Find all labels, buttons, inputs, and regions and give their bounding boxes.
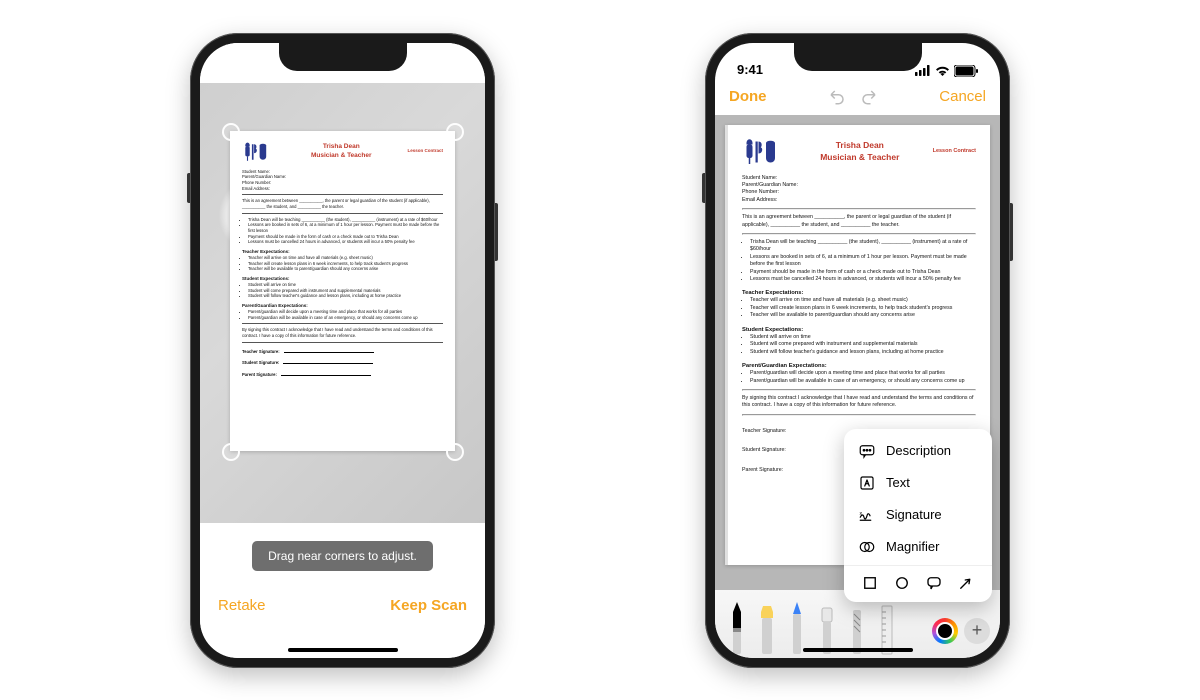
tool-pen[interactable] (725, 600, 749, 656)
markup-add-button[interactable]: + (964, 618, 990, 644)
document-logo (742, 137, 787, 167)
tool-highlighter[interactable] (755, 600, 779, 656)
scanned-document[interactable]: Trisha Dean Musician & Teacher Lesson Co… (230, 131, 455, 451)
notch (279, 43, 407, 71)
hint-pill: Drag near corners to adjust. (252, 541, 433, 571)
shape-circle-icon[interactable] (893, 574, 911, 592)
nav-bar: Done Cancel (715, 79, 1000, 115)
shape-arrow-icon[interactable] (957, 574, 975, 592)
shape-bubble-icon[interactable] (925, 574, 943, 592)
color-well[interactable] (932, 618, 958, 644)
redo-icon[interactable] (860, 88, 878, 106)
doc-title-line1: Trisha Dean (311, 143, 372, 152)
popover-description[interactable]: Description (844, 435, 992, 467)
popover-magnifier[interactable]: Magnifier (844, 531, 992, 563)
document-logo (242, 141, 275, 163)
doc-title-line2: Musician & Teacher (311, 152, 372, 161)
cellular-icon (915, 65, 931, 76)
markup-add-popover: Description Text x Signature Magnifier (844, 429, 992, 602)
cancel-button[interactable]: Cancel (939, 88, 986, 105)
phone-left-scan: Trisha Dean Musician & Teacher Lesson Co… (190, 33, 495, 668)
doc-badge: Lesson Contract (407, 148, 443, 154)
popover-text[interactable]: Text (844, 467, 992, 499)
done-button[interactable]: Done (729, 88, 767, 105)
home-indicator[interactable] (288, 648, 398, 652)
popover-signature[interactable]: x Signature (844, 499, 992, 531)
signature-icon: x (858, 506, 876, 524)
status-time: 9:41 (737, 62, 763, 77)
phone-right-markup: 9:41 Done Cancel Tr (705, 33, 1010, 668)
svg-text:x: x (860, 511, 863, 517)
crop-handle-bl[interactable] (222, 443, 240, 461)
markup-viewport[interactable]: Trisha Dean Musician & Teacher Lesson Co… (715, 115, 1000, 590)
shape-square-icon[interactable] (861, 574, 879, 592)
wifi-icon (935, 65, 950, 76)
keep-scan-button[interactable]: Keep Scan (390, 597, 467, 614)
scan-viewport[interactable]: Trisha Dean Musician & Teacher Lesson Co… (200, 83, 485, 523)
text-icon (858, 474, 876, 492)
description-icon (858, 442, 876, 460)
battery-icon (954, 65, 978, 77)
notch (794, 43, 922, 71)
magnifier-icon (858, 538, 876, 556)
crop-handle-tl[interactable] (222, 123, 240, 141)
undo-icon[interactable] (828, 88, 846, 106)
crop-handle-tr[interactable] (446, 123, 464, 141)
crop-handle-br[interactable] (446, 443, 464, 461)
retake-button[interactable]: Retake (218, 597, 266, 614)
home-indicator[interactable] (803, 648, 913, 652)
